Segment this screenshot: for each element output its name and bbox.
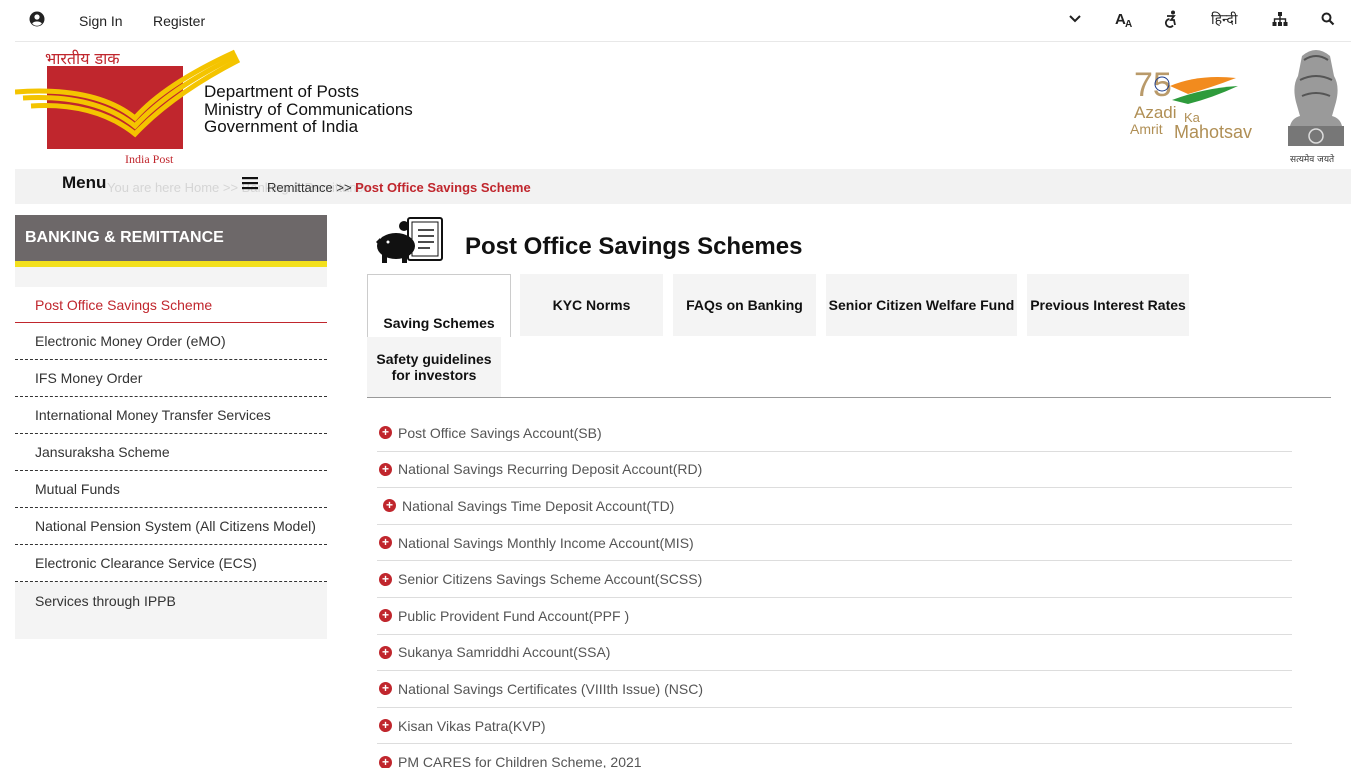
expand-plus-icon[interactable]: + [379, 572, 392, 586]
tab-senior-citizen-welfare-fund[interactable]: Senior Citizen Welfare Fund [826, 274, 1017, 336]
search-icon[interactable] [1321, 12, 1335, 26]
expand-plus-icon[interactable]: + [379, 426, 392, 440]
logo-english-text: India Post [125, 152, 174, 166]
azadi-word: Azadi [1134, 103, 1177, 122]
expand-plus-icon[interactable]: + [379, 462, 392, 476]
savings-piggy-bank-icon [376, 217, 443, 263]
scheme-item-td[interactable]: + National Savings Time Deposit Account(T… [377, 488, 1292, 525]
sidebar-item-national-pension-system[interactable]: National Pension System (All Citizens Mo… [15, 508, 327, 545]
scheme-label[interactable]: National Savings Recurring Deposit Accou… [398, 461, 702, 477]
page-title: Post Office Savings Schemes [465, 233, 803, 260]
department-title: Department of Posts Ministry of Communic… [204, 83, 413, 136]
emblem-motto: सत्यमेव जयते [1290, 153, 1335, 165]
sidebar-menu: Post Office Savings Scheme Electronic Mo… [15, 287, 327, 619]
mahotsav-word: Mahotsav [1174, 122, 1252, 142]
scheme-item-ssa[interactable]: + Sukanya Samriddhi Account(SSA) [377, 635, 1292, 672]
azadi-number: 75 [1134, 66, 1172, 104]
breadcrumb-path: Remittance >> Post Office Savings Scheme [267, 180, 531, 195]
sidebar-item-ifs-money-order[interactable]: IFS Money Order [15, 360, 327, 397]
register-link[interactable]: Register [153, 13, 205, 29]
scheme-item-scss[interactable]: + Senior Citizens Savings Scheme Account(… [377, 561, 1292, 598]
language-toggle[interactable]: हिन्दी [1211, 10, 1237, 29]
sidebar: BANKING & REMITTANCE Post Office Savings… [15, 215, 327, 639]
scheme-item-nsc[interactable]: + National Savings Certificates (VIIIth I… [377, 671, 1292, 708]
scheme-label[interactable]: Public Provident Fund Account(PPF ) [398, 608, 629, 624]
ministry-line: Ministry of Communications [204, 99, 413, 119]
sidebar-heading-stripe [15, 261, 327, 267]
expand-plus-icon[interactable]: + [379, 609, 392, 623]
font-size-icon[interactable]: A A [1115, 10, 1133, 28]
scheme-item-sb[interactable]: + Post Office Savings Account(SB) [377, 415, 1292, 452]
azadi-ka-amrit-mahotsav-logo: 75 Azadi Ka Amrit Mahotsav [1130, 66, 1252, 142]
scheme-label[interactable]: Kisan Vikas Patra(KVP) [398, 718, 546, 734]
sidebar-item-services-through-ippb[interactable]: Services through IPPB [15, 582, 327, 619]
expand-plus-icon[interactable]: + [379, 682, 392, 696]
scheme-item-pm-cares[interactable]: + PM CARES for Children Scheme, 2021 [377, 744, 1292, 768]
scheme-item-kvp[interactable]: + Kisan Vikas Patra(KVP) [377, 708, 1292, 745]
sidebar-item-electronic-clearance-service[interactable]: Electronic Clearance Service (ECS) [15, 545, 327, 582]
scheme-item-rd[interactable]: + National Savings Recurring Deposit Acco… [377, 452, 1292, 489]
state-emblem: सत्यमेव जयते [1288, 50, 1344, 165]
scheme-label[interactable]: National Savings Monthly Income Account(… [398, 535, 694, 551]
scheme-label[interactable]: National Savings Time Deposit Account(TD… [402, 498, 674, 514]
scheme-label[interactable]: Senior Citizens Savings Scheme Account(S… [398, 571, 702, 587]
sidebar-heading: BANKING & REMITTANCE [15, 215, 327, 261]
expand-plus-icon[interactable]: + [379, 755, 392, 768]
user-circle-icon[interactable] [29, 11, 45, 27]
scheme-label[interactable]: PM CARES for Children Scheme, 2021 [398, 754, 642, 768]
tab-safety-guidelines[interactable]: Safety guidelines for investors [367, 337, 501, 397]
menu-label[interactable]: Menu [62, 173, 106, 193]
expand-plus-icon[interactable]: + [379, 645, 392, 659]
schemes-accordion: + Post Office Savings Account(SB) + Nation… [377, 415, 1292, 768]
breadcrumb-parent[interactable]: Remittance >> [267, 180, 355, 195]
logo-hindi-text: भारतीय डाक [45, 49, 120, 68]
sidebar-item-jansuraksha-scheme[interactable]: Jansuraksha Scheme [15, 434, 327, 471]
top-bar: Sign In Register A A हिन्दी [15, 0, 1351, 42]
tab-kyc-norms[interactable]: KYC Norms [520, 274, 663, 336]
sidebar-item-electronic-money-order[interactable]: Electronic Money Order (eMO) [15, 323, 327, 360]
government-line: Government of India [204, 117, 359, 136]
scheme-label[interactable]: Post Office Savings Account(SB) [398, 425, 602, 441]
expand-plus-icon[interactable]: + [383, 499, 396, 513]
tabs-divider [367, 397, 1331, 398]
scheme-item-mis[interactable]: + National Savings Monthly Income Account… [377, 525, 1292, 562]
scheme-label[interactable]: Sukanya Samriddhi Account(SSA) [398, 644, 610, 660]
sidebar-item-mutual-funds[interactable]: Mutual Funds [15, 471, 327, 508]
breadcrumb: You are here Home >> Banking & Remittanc… [15, 169, 1351, 204]
accessibility-icon[interactable] [1163, 10, 1179, 28]
hamburger-menu-icon[interactable] [242, 176, 258, 190]
sign-in-link[interactable]: Sign In [79, 13, 123, 29]
tab-faqs-on-banking[interactable]: FAQs on Banking [673, 274, 816, 336]
tab-saving-schemes[interactable]: Saving Schemes [367, 274, 511, 337]
expand-plus-icon[interactable]: + [379, 536, 392, 550]
amrit-word: Amrit [1130, 121, 1163, 137]
sidebar-item-international-money-transfer[interactable]: International Money Transfer Services [15, 397, 327, 434]
breadcrumb-current: Post Office Savings Scheme [355, 180, 531, 195]
sitemap-icon[interactable] [1272, 11, 1288, 27]
dept-line: Department of Posts [204, 82, 359, 101]
svg-text:A: A [1125, 19, 1132, 28]
scheme-label[interactable]: National Savings Certificates (VIIIth Is… [398, 681, 703, 697]
scheme-item-ppf[interactable]: + Public Provident Fund Account(PPF ) [377, 598, 1292, 635]
sidebar-item-post-office-savings-scheme[interactable]: Post Office Savings Scheme [15, 287, 327, 323]
expand-plus-icon[interactable]: + [379, 719, 392, 733]
tab-previous-interest-rates[interactable]: Previous Interest Rates [1027, 274, 1189, 336]
chevron-down-icon[interactable] [1069, 14, 1081, 24]
